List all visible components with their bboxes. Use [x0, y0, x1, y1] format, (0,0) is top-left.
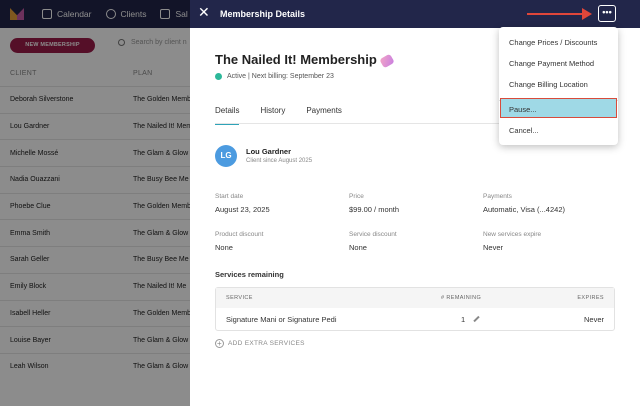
- services-remaining-title: Services remaining: [215, 270, 284, 279]
- panel-title: Membership Details: [220, 9, 306, 19]
- field-label: Product discount: [215, 231, 264, 238]
- services-table-header: SERVICE # REMAINING EXPIRES: [216, 288, 614, 308]
- service-remaining: 1: [461, 315, 466, 324]
- field-value: Automatic, Visa (...4242): [483, 205, 565, 214]
- client-name[interactable]: Lou Gardner: [246, 147, 291, 156]
- field-start-date: Start date August 23, 2025: [215, 193, 270, 214]
- field-value: August 23, 2025: [215, 205, 270, 214]
- header-service: SERVICE: [226, 295, 253, 301]
- field-new-services-expire: New services expire Never: [483, 231, 541, 252]
- membership-title: The Nailed It! Membership: [215, 52, 395, 68]
- table-row: Signature Mani or Signature Pedi 1 Never: [216, 308, 614, 330]
- options-menu: Change Prices / Discounts Change Payment…: [499, 27, 618, 145]
- add-extra-services-label: ADD EXTRA SERVICES: [228, 340, 305, 347]
- menu-item-change-payment-method[interactable]: Change Payment Method: [509, 59, 594, 68]
- menu-item-change-billing-location[interactable]: Change Billing Location: [509, 80, 588, 89]
- service-name: Signature Mani or Signature Pedi: [226, 315, 337, 324]
- header-remaining: # REMAINING: [441, 295, 482, 301]
- status-text: Active | Next billing: September 23: [227, 73, 334, 80]
- more-options-button[interactable]: •••: [598, 5, 616, 22]
- field-label: Start date: [215, 193, 244, 200]
- menu-item-cancel[interactable]: Cancel...: [509, 126, 539, 135]
- client-since: Client since August 2025: [246, 158, 313, 164]
- header-expires: EXPIRES: [577, 295, 604, 301]
- menu-item-change-prices[interactable]: Change Prices / Discounts: [509, 38, 597, 47]
- field-value: Never: [483, 243, 504, 252]
- field-product-discount: Product discount None: [215, 231, 263, 252]
- field-value: $99.00 / month: [349, 205, 400, 214]
- field-value: None: [349, 243, 367, 252]
- membership-status: Active | Next billing: September 23: [215, 73, 334, 80]
- field-payments: Payments Automatic, Visa (...4242): [483, 193, 565, 214]
- field-label: Payments: [483, 193, 512, 200]
- nail-polish-icon: [379, 53, 395, 68]
- field-price: Price $99.00 / month: [349, 193, 399, 214]
- close-icon[interactable]: ✕: [198, 6, 210, 20]
- add-extra-services-button[interactable]: + ADD EXTRA SERVICES: [215, 339, 305, 348]
- field-label: Price: [349, 193, 364, 200]
- field-label: Service discount: [349, 231, 397, 238]
- menu-item-pause[interactable]: Pause...: [509, 105, 537, 114]
- field-service-discount: Service discount None: [349, 231, 397, 252]
- annotation-arrowhead-icon: [582, 8, 592, 20]
- annotation-arrow-icon: [527, 13, 584, 15]
- status-dot-icon: [215, 73, 222, 80]
- field-label: New services expire: [483, 231, 542, 238]
- services-table: SERVICE # REMAINING EXPIRES Signature Ma…: [215, 287, 615, 331]
- service-expires: Never: [583, 315, 604, 324]
- pencil-icon[interactable]: [473, 315, 480, 323]
- plus-circle-icon: +: [215, 339, 224, 348]
- field-value: None: [215, 243, 233, 252]
- membership-title-text: The Nailed It! Membership: [215, 52, 377, 67]
- avatar: LG: [215, 145, 237, 167]
